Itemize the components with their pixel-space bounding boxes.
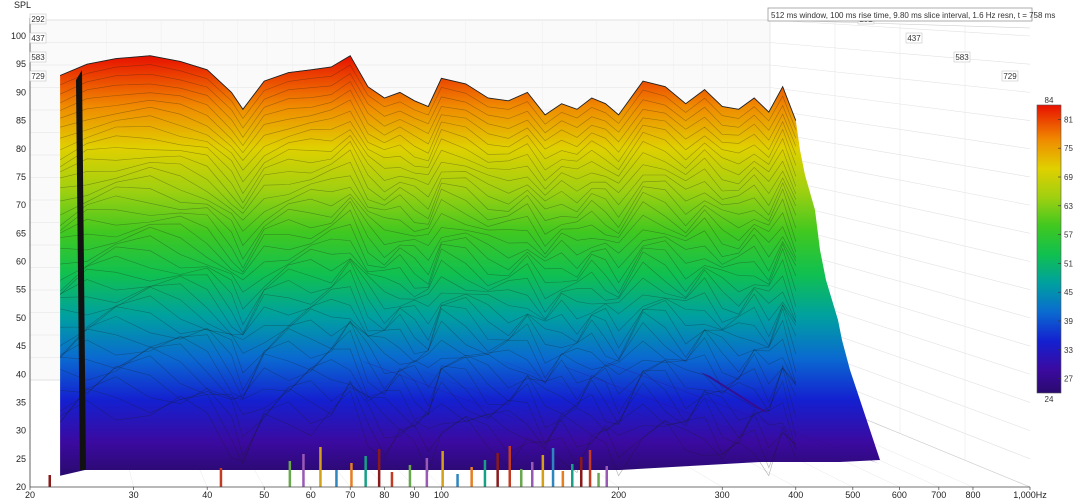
x-tick-label: 400 <box>788 490 803 500</box>
y-tick-label: 50 <box>16 313 26 323</box>
x-tick-label: 800 <box>965 490 980 500</box>
x-tick-label: 300 <box>715 490 730 500</box>
y-tick-label: 85 <box>16 116 26 126</box>
y-axis-title: SPL <box>14 0 31 10</box>
time-tick-label: 292 <box>31 15 45 24</box>
colorbar-tick-label: 69 <box>1064 173 1073 182</box>
x-tick-label: 70 <box>345 490 355 500</box>
colorbar-tick-label: 24 <box>1045 395 1054 404</box>
colorbar-tick-label: 84 <box>1045 96 1054 105</box>
y-tick-label: 45 <box>16 341 26 351</box>
x-tick-label: 200 <box>611 490 626 500</box>
color-scale-bar: 84 81 75 69 63 57 51 45 39 33 27 24 <box>1036 96 1073 404</box>
colorbar-tick-label: 51 <box>1064 259 1073 268</box>
x-tick-label: 50 <box>259 490 269 500</box>
x-tick-label: 30 <box>129 490 139 500</box>
info-text: 512 ms window, 100 ms rise time, 9.80 ms… <box>771 11 1055 20</box>
colorbar-tick-label: 39 <box>1064 317 1073 326</box>
x-tick-label: 500 <box>845 490 860 500</box>
waterfall-surface <box>59 55 881 477</box>
x-tick-label: 100 <box>434 490 449 500</box>
y-tick-label: 75 <box>16 172 26 182</box>
colorbar-tick-label: 27 <box>1064 375 1073 384</box>
y-tick-label: 90 <box>16 87 26 97</box>
x-tick-label: 700 <box>931 490 946 500</box>
x-tick-label: 60 <box>306 490 316 500</box>
y-tick-label: 80 <box>16 144 26 154</box>
waterfall-chart: 100 95 90 85 80 75 70 65 60 55 50 45 40 35 30 25 20 20 30… <box>11 0 1073 500</box>
x-tick-label: 80 <box>379 490 389 500</box>
time-tick-label: 437 <box>31 34 45 43</box>
colorbar-tick-label: 75 <box>1064 144 1073 153</box>
x-axis-tick-labels: 20 30 40 50 60 70 80 90 100 200 300 400 500 600 700 800… <box>25 487 1047 500</box>
colorbar-tick-label: 63 <box>1064 202 1073 211</box>
x-tick-label: 20 <box>25 490 35 500</box>
colorbar-tick-label: 33 <box>1064 346 1073 355</box>
y-tick-label: 35 <box>16 397 26 407</box>
time-tick-label: 729 <box>31 72 45 81</box>
y-tick-label: 25 <box>16 454 26 464</box>
colorbar-tick-label: 81 <box>1064 115 1073 124</box>
y-tick-label: 65 <box>16 228 26 238</box>
colorbar-tick-label: 45 <box>1064 288 1073 297</box>
colorbar-tick-label: 57 <box>1064 231 1073 240</box>
x-tick-label: 1,000Hz <box>1013 490 1047 500</box>
y-tick-label: 55 <box>16 285 26 295</box>
x-tick-label: 90 <box>409 490 419 500</box>
time-tick-label: 437 <box>907 34 921 43</box>
y-tick-label: 100 <box>11 31 26 41</box>
time-tick-label: 583 <box>31 53 45 62</box>
y-tick-label: 40 <box>16 369 26 379</box>
y-axis-tick-labels: 10095908580757065605550454035302520 <box>11 31 26 492</box>
x-tick-label: 40 <box>202 490 212 500</box>
y-tick-label: 95 <box>16 59 26 69</box>
time-tick-label: 729 <box>1003 72 1017 81</box>
time-tick-label: 583 <box>955 53 969 62</box>
y-tick-label: 60 <box>16 257 26 267</box>
y-tick-label: 30 <box>16 426 26 436</box>
x-tick-label: 600 <box>892 490 907 500</box>
y-tick-label: 70 <box>16 200 26 210</box>
